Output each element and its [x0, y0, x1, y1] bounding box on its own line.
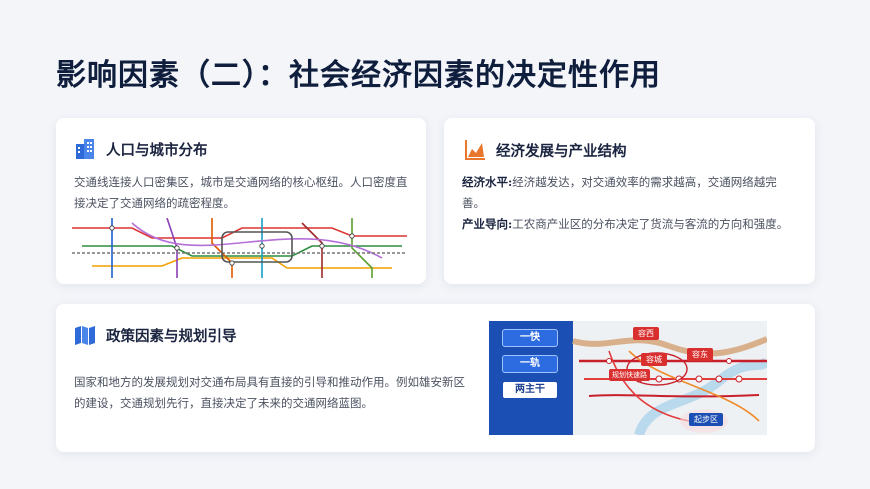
- map-label-planned-expressway: 规划快速路: [609, 369, 650, 381]
- policy-card-header: 政策因素与规划引导: [74, 324, 237, 346]
- population-card: 人口与城市分布 交通线连接人口密集区，城市是交通网络的核心枢纽。人口密度直接决定…: [56, 118, 426, 284]
- industry-orientation-item: 产业导向:工农商产业区的分布决定了货流与客流的方向和强度。: [462, 214, 797, 235]
- map-icon: [74, 324, 96, 346]
- population-card-text: 交通线连接人口密集区，城市是交通网络的核心枢纽。人口密度直接决定了交通网络的疏密…: [74, 175, 408, 210]
- economy-card-title: 经济发展与产业结构: [496, 142, 627, 160]
- xiongan-plan-map: 一快 一轨 两主干 容西 容城 容东 规划快速路 起步区: [489, 321, 767, 435]
- economy-card-header: 经济发展与产业结构: [464, 139, 627, 161]
- population-card-header: 人口与城市分布: [74, 138, 208, 160]
- economy-level-item: 经济水平:经济越发达，对交通效率的需求越高，交通网络越完善。: [462, 172, 797, 214]
- map-button-group: 一快 一轨 两主干: [502, 329, 558, 399]
- industry-orientation-label: 产业导向:: [462, 217, 513, 231]
- map-label-rongcheng: 容城: [641, 353, 667, 366]
- economy-level-label: 经济水平:: [462, 175, 513, 189]
- industry-orientation-text: 工农商产业区的分布决定了货流与客流的方向和强度。: [512, 217, 789, 231]
- map-button-trunk-roads[interactable]: 两主干: [502, 381, 558, 399]
- metro-map-image: [72, 218, 407, 278]
- building-icon: [74, 138, 96, 160]
- policy-card-title: 政策因素与规划引导: [106, 327, 237, 345]
- policy-card-text: 国家和地方的发展规划对交通布局具有直接的引导和推动作用。例如雄安新区的建设，交通…: [74, 375, 465, 410]
- map-button-expressway[interactable]: 一快: [502, 329, 558, 347]
- economy-card-text: 经济水平:经济越发达，对交通效率的需求越高，交通网络越完善。 产业导向:工农商产…: [462, 172, 797, 235]
- policy-card: 政策因素与规划引导 国家和地方的发展规划对交通布局具有直接的引导和推动作用。例如…: [56, 304, 815, 452]
- map-label-rongdong: 容东: [687, 348, 713, 361]
- population-card-title: 人口与城市分布: [106, 141, 208, 159]
- map-label-rongxi: 容西: [633, 327, 659, 340]
- growth-chart-icon: [464, 139, 486, 161]
- economy-card: 经济发展与产业结构 经济水平:经济越发达，对交通效率的需求越高，交通网络越完善。…: [444, 118, 815, 284]
- map-label-startup-zone: 起步区: [689, 413, 723, 426]
- map-button-rail[interactable]: 一轨: [502, 355, 558, 373]
- page-title: 影响因素（二）：社会经济因素的决定性作用: [56, 58, 661, 93]
